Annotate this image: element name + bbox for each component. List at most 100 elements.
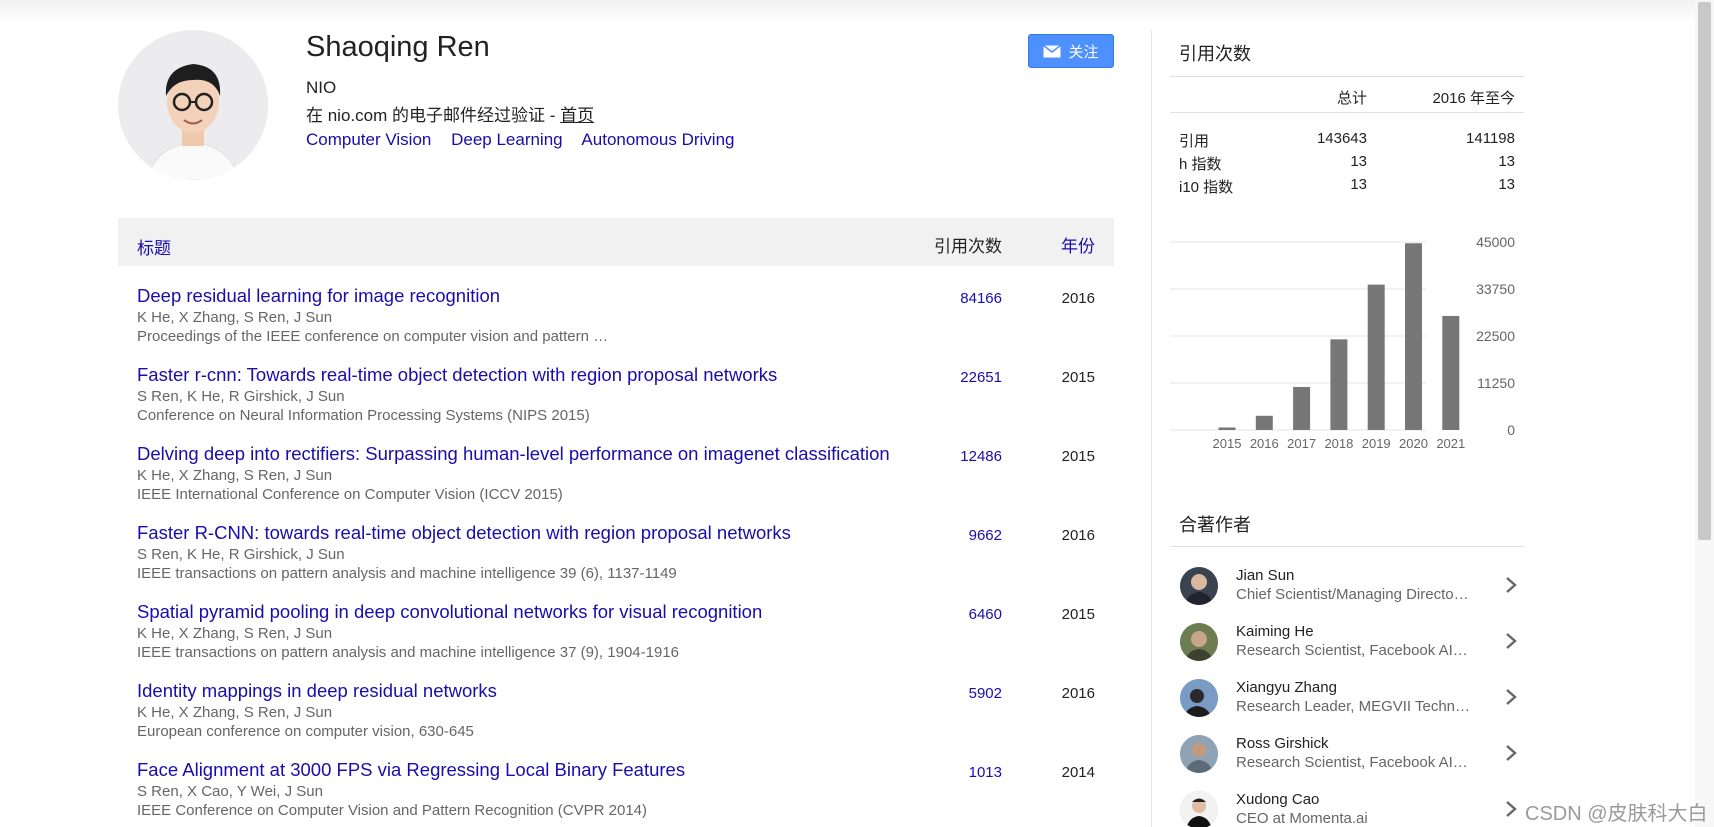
interest-deep-learning[interactable]: Deep Learning — [451, 130, 563, 149]
chevron-right-icon[interactable] — [1501, 685, 1521, 709]
sort-by-citations[interactable]: 引用次数 — [934, 232, 1002, 257]
article-cites-link[interactable]: 1013 — [969, 764, 1002, 781]
article-authors: S Ren, K He, R Girshick, J Sun — [137, 388, 345, 405]
citations-rule — [1170, 76, 1524, 77]
article-authors: K He, X Zhang, S Ren, J Sun — [137, 625, 333, 642]
article-title-link[interactable]: Delving deep into rectifiers: Surpassing… — [137, 443, 890, 465]
article-cites-link[interactable]: 9662 — [969, 527, 1002, 544]
chevron-right-icon[interactable] — [1501, 629, 1521, 653]
article-venue: Conference on Neural Information Process… — [137, 407, 590, 424]
article-venue: Proceedings of the IEEE conference on co… — [137, 328, 609, 345]
coauthor-name[interactable]: Ross Girshick — [1236, 735, 1329, 752]
article-year: 2014 — [1061, 764, 1095, 781]
chart-bar-2021[interactable] — [1442, 315, 1460, 430]
coauthor-name[interactable]: Xudong Cao — [1236, 791, 1319, 808]
sort-by-year[interactable]: 年份 — [1061, 232, 1095, 257]
stats-since: 13 — [1498, 153, 1515, 170]
stats-col-since[interactable]: 2016 年至今 — [1432, 87, 1515, 108]
chevron-right-icon[interactable] — [1501, 741, 1521, 765]
page-scrollbar[interactable] — [1695, 0, 1714, 827]
article-venue: IEEE Conference on Computer Vision and P… — [137, 802, 648, 819]
email-verified-text: 在 nio.com 的电子邮件经过验证 - — [306, 106, 561, 125]
article-row: Faster r-cnn: Towards real-time object d… — [118, 364, 1114, 443]
article-authors: K He, X Zhang, S Ren, J Sun — [137, 704, 333, 721]
top-shadow — [0, 0, 1714, 22]
coauthor-name[interactable]: Jian Sun — [1236, 567, 1294, 584]
coauthor-avatar — [1180, 567, 1218, 605]
chart-bar-2019[interactable] — [1367, 284, 1385, 430]
stats-label[interactable]: h 指数 — [1179, 153, 1222, 174]
article-year: 2016 — [1061, 290, 1095, 307]
stats-row-citations: 引用 143643 141198 — [1170, 128, 1524, 151]
follow-label: 关注 — [1068, 43, 1099, 61]
chart-bar-2018[interactable] — [1330, 339, 1348, 430]
article-title-link[interactable]: Faster R-CNN: towards real-time object d… — [137, 522, 791, 544]
chart-bar-2016[interactable] — [1255, 415, 1273, 430]
profile-avatar — [118, 30, 268, 180]
chevron-right-icon[interactable] — [1501, 573, 1521, 597]
article-authors: K He, X Zhang, S Ren, J Sun — [137, 467, 333, 484]
article-row: Face Alignment at 3000 FPS via Regressin… — [118, 759, 1114, 827]
stats-label[interactable]: i10 指数 — [1179, 176, 1233, 197]
article-authors: K He, X Zhang, S Ren, J Sun — [137, 309, 333, 326]
article-title-link[interactable]: Spatial pyramid pooling in deep convolut… — [137, 601, 762, 623]
chart-bar-2017[interactable] — [1293, 386, 1311, 430]
stats-all: 13 — [1350, 153, 1367, 170]
csdn-watermark: CSDN @皮肤科大白 — [1525, 803, 1708, 825]
article-row: Faster R-CNN: towards real-time object d… — [118, 522, 1114, 601]
coauthor-desc: CEO at Momenta.ai — [1236, 810, 1368, 827]
article-cites-link[interactable]: 5902 — [969, 685, 1002, 702]
interest-autonomous-driving[interactable]: Autonomous Driving — [581, 130, 734, 149]
article-cites-link[interactable]: 84166 — [960, 290, 1002, 307]
article-cites-link[interactable]: 12486 — [960, 448, 1002, 465]
research-interests: Computer Vision Deep Learning Autonomous… — [306, 130, 750, 150]
coauthor-avatar — [1180, 679, 1218, 717]
article-year: 2015 — [1061, 448, 1095, 465]
articles-list: Deep residual learning for image recogni… — [118, 285, 1114, 827]
article-title-link[interactable]: Face Alignment at 3000 FPS via Regressin… — [137, 759, 685, 781]
profile-name: Shaoqing Ren — [306, 31, 490, 63]
coauthor-avatar — [1180, 791, 1218, 827]
article-title-link[interactable]: Identity mappings in deep residual netwo… — [137, 680, 497, 702]
coauthor-item[interactable]: Xudong Cao CEO at Momenta.ai — [1170, 785, 1524, 827]
coauthor-name[interactable]: Kaiming He — [1236, 623, 1314, 640]
citation-stats-table: 总计 2016 年至今 引用 143643 141198 h 指数 13 13 … — [1170, 84, 1524, 197]
profile-email: 在 nio.com 的电子邮件经过验证 - 首页 — [306, 101, 594, 126]
coauthor-item[interactable]: Jian Sun Chief Scientist/Managing Direct… — [1170, 561, 1524, 617]
follow-button[interactable]: 关注 — [1028, 34, 1114, 68]
articles-table-header: 标题 引用次数 年份 — [118, 218, 1114, 266]
coauthors-rule — [1170, 546, 1524, 547]
article-year: 2016 — [1061, 527, 1095, 544]
article-cites-link[interactable]: 22651 — [960, 369, 1002, 386]
article-title-link[interactable]: Faster r-cnn: Towards real-time object d… — [137, 364, 777, 386]
article-cites-link[interactable]: 6460 — [969, 606, 1002, 623]
coauthor-desc: Research Leader, MEGVII Techn… — [1236, 698, 1471, 715]
scholar-profile-page: Shaoqing Ren NIO 在 nio.com 的电子邮件经过验证 - 首… — [0, 0, 1714, 827]
stats-since: 13 — [1498, 176, 1515, 193]
chart-x-tick-label: 2017 — [1287, 436, 1316, 451]
chart-bar-2015[interactable] — [1218, 427, 1236, 430]
interest-computer-vision[interactable]: Computer Vision — [306, 130, 431, 149]
chart-y-tick-label: 45000 — [1476, 234, 1515, 250]
coauthor-item[interactable]: Xiangyu Zhang Research Leader, MEGVII Te… — [1170, 673, 1524, 729]
homepage-link[interactable]: 首页 — [560, 106, 594, 125]
coauthors-heading: 合著作者 — [1179, 515, 1251, 535]
profile-affiliation: NIO — [306, 78, 337, 97]
sort-by-title[interactable]: 标题 — [137, 234, 171, 259]
citations-chart-svg: 0 11250 22500 33750 45000 2015 2016 2017 2018 201… — [1170, 234, 1515, 451]
scrollbar-thumb[interactable] — [1698, 2, 1711, 540]
article-row: Deep residual learning for image recogni… — [118, 285, 1114, 364]
chart-bar-2020[interactable] — [1405, 243, 1422, 430]
chart-x-tick-label: 2015 — [1213, 436, 1242, 451]
coauthor-item[interactable]: Ross Girshick Research Scientist, Facebo… — [1170, 729, 1524, 785]
coauthor-name[interactable]: Xiangyu Zhang — [1236, 679, 1337, 696]
article-row: Delving deep into rectifiers: Surpassing… — [118, 443, 1114, 522]
coauthor-item[interactable]: Kaiming He Research Scientist, Facebook … — [1170, 617, 1524, 673]
chart-x-tick-label: 2021 — [1436, 436, 1465, 451]
chevron-right-icon[interactable] — [1501, 797, 1521, 821]
stats-label[interactable]: 引用 — [1179, 130, 1209, 151]
chart-x-tick-label: 2019 — [1362, 436, 1391, 451]
chart-y-tick-label: 0 — [1507, 422, 1515, 438]
article-title-link[interactable]: Deep residual learning for image recogni… — [137, 285, 500, 307]
article-authors: S Ren, K He, R Girshick, J Sun — [137, 546, 345, 563]
